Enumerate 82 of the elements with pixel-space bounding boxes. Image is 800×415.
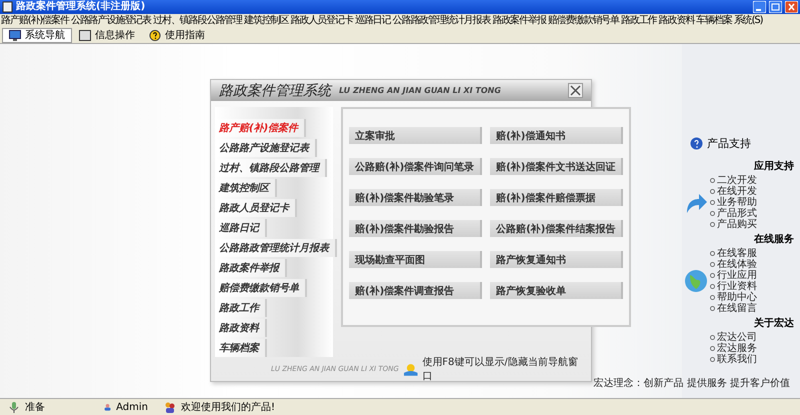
form-button[interactable]: 赔(补)偿案件勘验报告 — [349, 220, 482, 237]
form-button[interactable]: 立案审批 — [349, 127, 482, 144]
app-icon — [2, 1, 13, 13]
menu-item[interactable]: 赔偿费缴款销号单 — [548, 14, 619, 26]
people-icon — [164, 401, 176, 413]
support-link[interactable]: 产品购买 — [710, 219, 794, 230]
form-button[interactable]: 路产恢复通知书 — [490, 251, 624, 268]
section-heading: 关于宏达 — [753, 316, 794, 330]
bullet-icon — [710, 200, 715, 205]
menu-item[interactable]: 公路路产设施登记表 — [70, 14, 152, 26]
bullet-icon — [710, 357, 715, 362]
support-link[interactable]: 帮助中心 — [710, 292, 794, 303]
close-icon[interactable] — [785, 1, 798, 13]
menu-item[interactable]: 系统(S) — [734, 14, 762, 26]
status-text: 欢迎使用我们的产品! — [181, 400, 276, 414]
support-link[interactable]: 联系我们 — [710, 354, 794, 365]
form-button[interactable]: 赔(补)偿案件调查报告 — [349, 282, 482, 299]
help-icon — [690, 137, 703, 150]
support-link[interactable]: 宏达服务 — [710, 343, 794, 354]
form-button[interactable]: 赔(补)偿案件文书送达回证 — [490, 158, 624, 175]
nav-item[interactable]: 建筑控制区 — [215, 179, 277, 197]
bullet-icon — [710, 295, 715, 300]
form-button[interactable]: 赔(补)偿案件赔偿票据 — [490, 189, 624, 206]
menu-item[interactable]: 路产赔(补)偿案件 — [1, 14, 69, 26]
support-title: 产品支持 — [707, 136, 751, 151]
menu-item[interactable]: 路政工作 — [620, 14, 657, 26]
bullet-icon — [710, 262, 715, 267]
bullet-icon — [710, 273, 715, 278]
form-button[interactable]: 现场勘查平面图 — [349, 251, 482, 268]
support-link[interactable]: 在线开发 — [710, 186, 794, 197]
form-button[interactable]: 公路赔(补)偿案件询问笔录 — [349, 158, 482, 175]
toolbar-tab[interactable]: 信息操作 — [72, 28, 142, 42]
menu-item[interactable]: 公路路政管理统计月报表 — [392, 14, 490, 26]
menu-item[interactable]: 路政案件举报 — [492, 14, 546, 26]
motto-text: 宏达理念：创新产品 提供服务 提升客户价值 — [594, 376, 790, 390]
bullet-icon — [710, 178, 715, 183]
globe-icon — [684, 269, 708, 293]
menu-item[interactable]: 建筑控制区 — [244, 14, 289, 26]
support-link[interactable]: 在线留言 — [710, 303, 794, 314]
bullet-icon — [710, 346, 715, 351]
dialog-subtitle: LU ZHENG AN JIAN GUAN LI XI TONG — [339, 86, 502, 95]
menu-item[interactable]: 路政人员登记卡 — [290, 14, 353, 26]
close-button[interactable] — [568, 83, 583, 98]
status-text: 准备 — [25, 400, 45, 414]
bullet-icon — [710, 284, 715, 289]
toolbar-tab[interactable]: 系统导航 — [2, 28, 72, 42]
form-button[interactable]: 赔(补)偿案件勘验笔录 — [349, 189, 482, 206]
form-button[interactable]: 赔(补)偿通知书 — [490, 127, 624, 144]
microphone-icon — [8, 401, 20, 413]
support-link[interactable]: 宏达公司 — [710, 332, 794, 343]
menu-item[interactable]: 路政资料 — [658, 14, 694, 26]
bullet-icon — [710, 306, 715, 311]
menu-item[interactable]: 过村、镇路段公路管理 — [153, 14, 242, 26]
bullet-icon — [710, 335, 715, 340]
support-link[interactable]: 在线客服 — [710, 248, 794, 259]
maximize-icon[interactable] — [769, 1, 782, 13]
support-link[interactable]: 行业应用 — [710, 270, 794, 281]
bullet-icon — [710, 251, 715, 256]
user-icon — [104, 401, 112, 413]
support-link[interactable]: 在线体验 — [710, 259, 794, 270]
form-button[interactable]: 路产恢复验收单 — [490, 282, 624, 299]
minimize-icon[interactable] — [753, 1, 766, 13]
window-icon — [79, 30, 91, 40]
bullet-icon — [710, 189, 715, 194]
menu-item[interactable]: 车辆档案 — [696, 14, 732, 26]
window-title: 路政案件管理系统(非注册版) — [16, 1, 146, 13]
toolbar-tab[interactable]: 使用指南 — [142, 28, 212, 42]
menu-item[interactable]: 巡路日记 — [354, 14, 390, 26]
hint-text: 使用F8键可以显示/隐藏当前导航窗口 — [422, 356, 579, 383]
monitor-icon — [9, 30, 21, 40]
form-button[interactable]: 公路赔(补)偿案件结案报告 — [490, 220, 624, 237]
bullet-icon — [710, 211, 715, 216]
bullet-icon — [710, 222, 715, 227]
support-link[interactable]: 产品形式 — [710, 208, 794, 219]
support-link[interactable]: 业务帮助 — [710, 197, 794, 208]
status-text: Admin — [116, 402, 148, 412]
support-link[interactable]: 二次开发 — [710, 175, 794, 186]
section-heading: 在线服务 — [752, 232, 794, 246]
support-link[interactable]: 行业资料 — [710, 281, 794, 292]
help-icon — [149, 30, 161, 40]
section-heading: 应用支持 — [753, 159, 794, 173]
dialog-title: 路政案件管理系统 — [219, 82, 331, 100]
